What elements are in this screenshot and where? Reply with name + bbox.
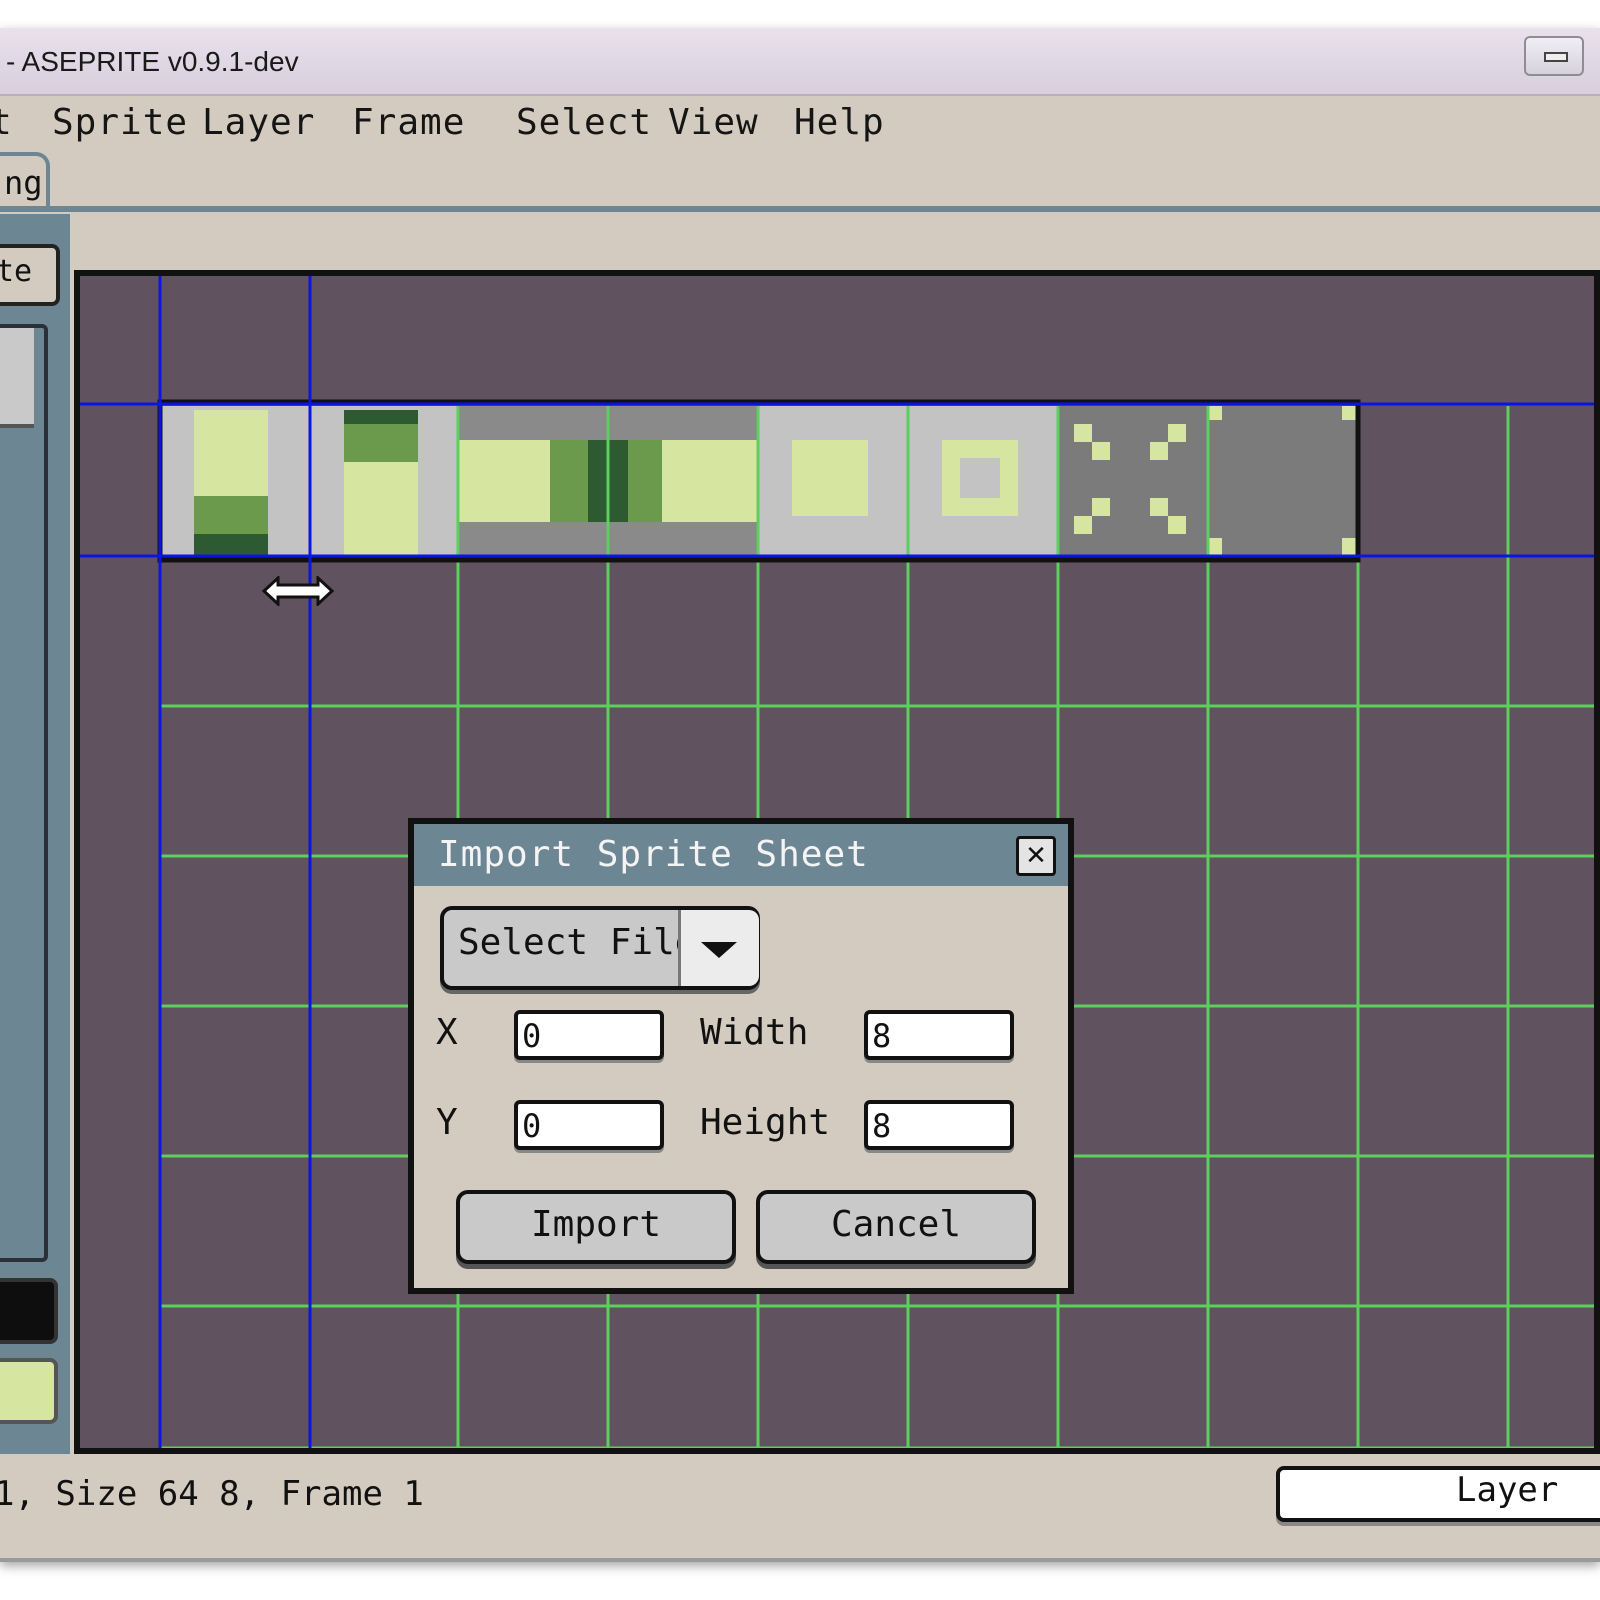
title-bar[interactable]: - ASEPRITE v0.9.1-dev: [0, 28, 1600, 96]
status-bar: 1, Size 64 8, Frame 1 Layer: [0, 1464, 1600, 1528]
width-label: Width: [700, 1012, 809, 1053]
close-icon[interactable]: ✕: [1016, 836, 1056, 876]
y-input[interactable]: 0: [514, 1100, 664, 1150]
layer-button-label: Layer: [1456, 1470, 1559, 1510]
palette-button-label: te: [0, 254, 33, 289]
x-input[interactable]: 0: [514, 1010, 664, 1060]
import-button[interactable]: Import: [456, 1190, 736, 1264]
import-sprite-sheet-dialog: Import Sprite Sheet ✕ Select File X 0 Wi…: [408, 818, 1074, 1294]
menu-layer[interactable]: Layer: [202, 102, 315, 143]
sprite-strip: [157, 399, 1361, 563]
menu-bar: t Sprite Layer Frame Select View Help: [0, 96, 1600, 152]
menu-select[interactable]: Select: [516, 102, 652, 143]
height-label: Height: [700, 1102, 831, 1143]
x-label: X: [436, 1012, 458, 1053]
background-color-swatch[interactable]: [0, 1358, 58, 1424]
y-label: Y: [436, 1102, 458, 1143]
menu-frame[interactable]: Frame: [352, 102, 465, 143]
menu-help[interactable]: Help: [794, 102, 885, 143]
color-bar: te: [0, 214, 70, 1454]
tab-divider: [0, 206, 1600, 212]
resize-cursor-icon: [261, 574, 335, 608]
menu-sprite[interactable]: Sprite: [52, 102, 188, 143]
palette-button[interactable]: te: [0, 244, 60, 306]
select-file-label: Select File: [458, 922, 697, 963]
dropdown-arrow-button[interactable]: [678, 910, 759, 986]
app-window: - ASEPRITE v0.9.1-dev t Sprite Layer Fra…: [0, 28, 1600, 1562]
document-tab-label: ng: [4, 164, 43, 202]
chevron-down-icon: [701, 942, 737, 958]
foreground-color-swatch[interactable]: [0, 1278, 58, 1344]
palette-scrollbar[interactable]: [0, 324, 48, 1262]
tab-strip: ng: [0, 152, 1600, 210]
dialog-title: Import Sprite Sheet: [438, 834, 869, 875]
document-tab[interactable]: ng: [0, 152, 50, 210]
width-input[interactable]: 8: [864, 1010, 1014, 1060]
menu-edit[interactable]: t: [0, 102, 13, 143]
dialog-title-bar[interactable]: Import Sprite Sheet ✕: [414, 824, 1068, 886]
select-file-button[interactable]: Select File: [440, 906, 760, 990]
status-text: 1, Size 64 8, Frame 1: [0, 1474, 424, 1514]
minimize-icon: [1544, 52, 1568, 62]
palette-scroll-thumb[interactable]: [0, 328, 34, 428]
cancel-button[interactable]: Cancel: [756, 1190, 1036, 1264]
minimize-button[interactable]: [1524, 36, 1584, 76]
menu-view[interactable]: View: [668, 102, 759, 143]
layer-button[interactable]: Layer: [1276, 1466, 1600, 1522]
height-input[interactable]: 8: [864, 1100, 1014, 1150]
window-title: - ASEPRITE v0.9.1-dev: [6, 46, 299, 77]
